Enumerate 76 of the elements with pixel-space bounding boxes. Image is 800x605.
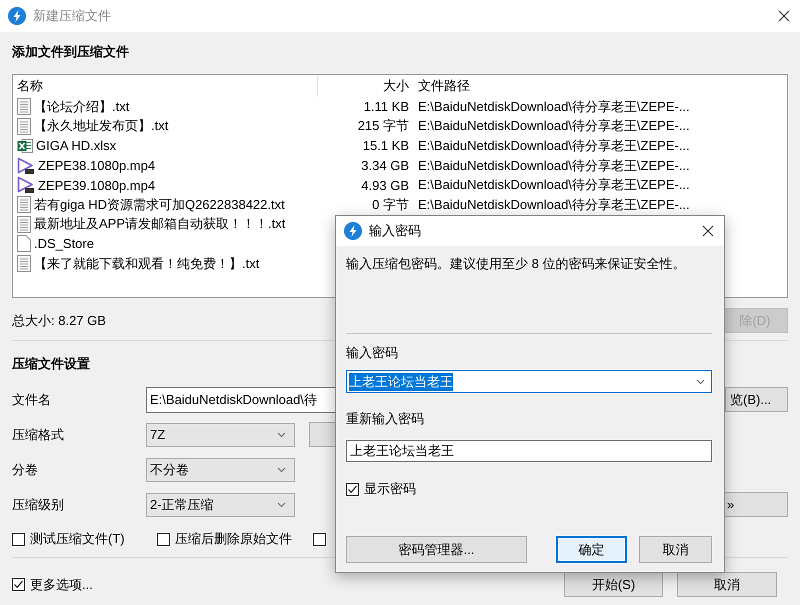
file-size: 0 字节 — [372, 196, 409, 212]
checkmark-icon — [13, 579, 24, 590]
field-label: 分卷 — [12, 460, 39, 478]
file-size: 215 字节 — [358, 118, 409, 134]
dropdown[interactable]: 7Z — [146, 422, 295, 446]
dialog-button[interactable]: 开始(S) — [564, 572, 663, 597]
field-label: 输入密码 — [346, 344, 399, 362]
file-size: 15.1 KB — [362, 138, 409, 154]
file-name: 【来了就能下载和观看！纯免费！】.txt — [34, 254, 260, 273]
file-size: 1.11 KB — [364, 99, 409, 114]
checkbox-label: 测试压缩文件(T) — [30, 530, 125, 548]
app-logo-icon — [8, 7, 26, 25]
text-file-icon — [17, 216, 31, 233]
text-file-icon — [17, 255, 31, 272]
dialog-button[interactable]: 取消 — [639, 536, 712, 563]
text-file-icon — [17, 196, 31, 214]
file-name: 最新地址及APP请发邮箱自动获取！！！.txt — [34, 215, 286, 234]
checkbox-label: 更多选项... — [30, 576, 93, 594]
total-size: 总大小: 8.27 GB — [12, 312, 106, 330]
text-file-icon — [17, 118, 31, 135]
field-label: 文件名 — [12, 390, 52, 408]
file-path: E:\BaiduNetdiskDownload\待分享老王\ZEPE-... — [418, 138, 690, 153]
file-name: ZEPE39.1080p.mp4 — [38, 178, 156, 193]
column-header[interactable]: 文件路径 — [416, 77, 716, 95]
dialog-message: 输入压缩包密码。建议使用至少 8 位的密码来保证安全性。 — [346, 255, 686, 273]
chevron-down-icon — [277, 466, 286, 472]
dropdown[interactable]: 2-正常压缩 — [146, 492, 295, 516]
chevron-down-icon — [277, 432, 286, 438]
checkbox[interactable] — [346, 482, 359, 496]
file-name: GIGA HD.xlsx — [36, 138, 116, 154]
column-header[interactable]: 大小 — [318, 77, 416, 95]
field-label: 压缩级别 — [12, 496, 65, 514]
chevron-down-icon — [277, 502, 286, 508]
close-icon[interactable] — [702, 225, 714, 237]
file-name: 【永久地址发布页】.txt — [34, 117, 168, 136]
window-title: 新建压缩文件 — [33, 7, 112, 25]
file-path: E:\BaiduNetdiskDownload\待分享老王\ZEPE-... — [418, 196, 690, 212]
password-field[interactable]: 上老王论坛当老王 — [346, 370, 712, 393]
checkbox-label: 显示密码 — [364, 480, 416, 498]
file-path: E:\BaiduNetdiskDownload\待分享老王\ZEPE-... — [418, 98, 690, 114]
dialog-title: 输入密码 — [369, 222, 422, 240]
file-path: E:\BaiduNetdiskDownload\待分享老王\ZEPE-... — [418, 158, 690, 173]
field-label: 重新输入密码 — [346, 410, 425, 428]
file-name: .DS_Store — [34, 236, 94, 252]
dialog-button[interactable]: 密码管理器... — [346, 536, 527, 563]
file-size: 3.34 GB — [361, 158, 409, 174]
file-path: E:\BaiduNetdiskDownload\待分享老王\ZEPE-... — [418, 118, 690, 134]
checkbox[interactable] — [157, 532, 170, 546]
file-name: 【论坛介绍】.txt — [34, 98, 130, 116]
video-file-icon — [17, 156, 35, 175]
chevron-down-icon — [696, 378, 705, 384]
video-file-icon — [17, 176, 35, 194]
side-button[interactable]: 览(B)... — [725, 387, 788, 412]
section-heading: 压缩文件设置 — [12, 355, 90, 373]
checkbox[interactable] — [12, 578, 25, 591]
close-icon[interactable] — [778, 10, 790, 22]
dialog-button[interactable]: 确定 — [556, 536, 627, 563]
side-button[interactable]: » — [722, 492, 788, 517]
blank-file-icon — [17, 235, 31, 252]
section-heading: 添加文件到压缩文件 — [12, 43, 129, 61]
checkbox[interactable] — [12, 532, 25, 546]
file-path: E:\BaiduNetdiskDownload\待分享老王\ZEPE-... — [418, 177, 690, 192]
confirm-password-field[interactable]: 上老王论坛当老王 — [346, 440, 712, 462]
app-logo-icon — [344, 222, 362, 240]
checkbox[interactable] — [313, 532, 326, 546]
checkbox-label: 压缩后删除原始文件 — [175, 530, 292, 548]
file-name: ZEPE38.1080p.mp4 — [38, 158, 156, 174]
file-name: 若有giga HD资源需求可加Q2622838422.txt — [34, 196, 285, 214]
column-header[interactable]: 名称 — [17, 75, 318, 97]
dialog-button[interactable]: 取消 — [677, 572, 777, 597]
spreadsheet-file-icon — [17, 138, 33, 154]
file-size: 4.93 GB — [361, 178, 409, 193]
checkmark-icon — [347, 484, 358, 494]
dropdown[interactable]: 不分卷 — [146, 458, 295, 482]
text-file-icon — [17, 98, 31, 116]
field-label: 压缩格式 — [12, 426, 65, 444]
